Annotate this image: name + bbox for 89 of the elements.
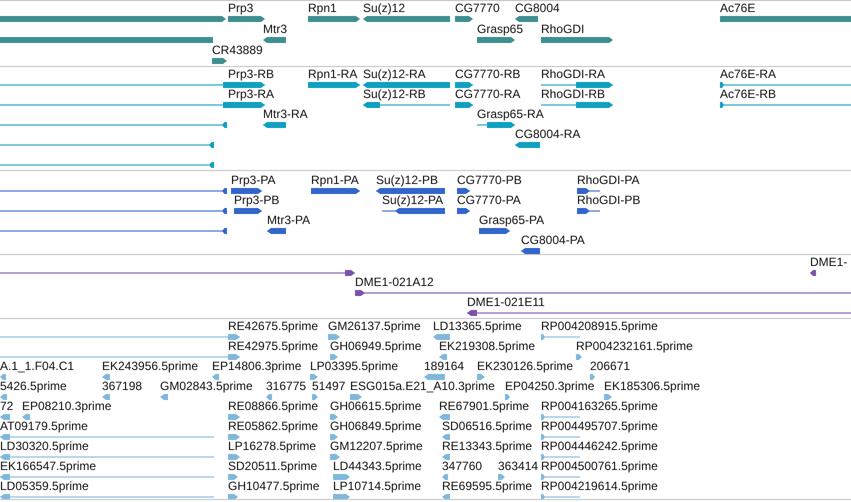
feature-label: CG7770-RA — [455, 88, 520, 101]
feature-label: Su(z)12-PB — [376, 174, 438, 187]
feature-label: Grasp65-PA — [479, 214, 544, 227]
feature-label: Prp3 — [228, 2, 254, 15]
feature-label: RE42675.5prime — [228, 320, 318, 333]
feature-label: EK230126.5prime — [477, 360, 574, 373]
feature-label: 347760 — [442, 460, 482, 473]
feature-label: RP004446242.5prime — [541, 440, 658, 453]
feature-label: GM12207.5prime — [330, 440, 423, 453]
feature-label: RP004232161.5prime — [576, 340, 693, 353]
feature-label: 72 — [0, 400, 14, 413]
feature-label: Rpn1 — [308, 2, 337, 15]
feature-label: GH06949.5prime — [330, 340, 422, 353]
feature-label: RP004163265.5prime — [541, 400, 658, 413]
feature-label: Ac76E-RA — [720, 68, 776, 81]
feature-label: SD20511.5prime — [228, 460, 318, 473]
feature-label: 5426.5prime — [0, 380, 67, 393]
feature-label: 363414 — [498, 460, 538, 473]
feature-label: GH06849.5prime — [330, 420, 422, 433]
feature-label: 189164 — [424, 360, 464, 373]
feature-label: RhoGDI-PA — [577, 174, 640, 187]
feature-label: EK219308.5prime — [439, 340, 536, 353]
feature-label: Ac76E — [720, 2, 756, 15]
feature-label: EP04250.3prime — [505, 380, 594, 393]
feature-label: RE13343.5prime — [442, 440, 532, 453]
feature-label: RhoGDI — [541, 23, 584, 36]
feature-label: Mtr3-RA — [263, 108, 308, 121]
feature-label: RP004500761.5prime — [541, 460, 658, 473]
feature-label: CG8004 — [515, 2, 560, 15]
feature-label: RhoGDI-RB — [541, 88, 606, 101]
feature-label: Su(z)12-RB — [363, 88, 426, 101]
feature-label: EK243956.5prime — [102, 360, 198, 373]
feature-label: LP10714.5prime — [333, 480, 422, 493]
feature-label: EK185306.5prime — [604, 380, 700, 393]
feature-label: CR43889 — [212, 44, 263, 57]
feature-label: RE08866.5prime — [228, 400, 318, 413]
feature-label: GM26137.5prime — [328, 320, 421, 333]
feature-label: RP004219614.5prime — [541, 480, 658, 493]
feature-label: AT09179.5prime — [0, 420, 88, 433]
feature-label: Prp3-RB — [228, 68, 274, 81]
feature-label: Prp3-PA — [231, 174, 276, 187]
feature-label: Su(z)12-PA — [382, 194, 444, 207]
feature-label: SD06516.5prime — [442, 420, 532, 433]
feature-label: CG7770-PB — [457, 174, 522, 187]
feature-label: GH10477.5prime — [228, 480, 320, 493]
feature-label: RE67901.5prime — [439, 400, 530, 413]
feature-label: RhoGDI-RA — [541, 68, 606, 81]
feature-label: RhoGDI-PB — [577, 194, 640, 207]
feature-label: A.1_1.F04.C1 — [0, 360, 74, 373]
feature-label: EP08210.3prime — [22, 400, 112, 413]
feature-label: GM02843.5prime — [160, 380, 253, 393]
feature-label: DME1-021E11 — [467, 296, 545, 309]
feature-label: CG7770-RB — [455, 68, 520, 81]
feature-label: Mtr3 — [263, 23, 287, 36]
feature-label: LD13365.5prime — [433, 320, 522, 333]
feature-label: Ac76E-RB — [720, 88, 776, 101]
feature-label: EP14806.3prime — [212, 360, 302, 373]
feature-label: LD05359.5prime — [0, 480, 89, 493]
feature-label: RE42975.5prime — [228, 340, 318, 353]
feature-label: DME1- — [810, 256, 848, 269]
feature-label: ESG015a.E21_A10.3prime — [350, 380, 495, 393]
feature-label: CG8004-RA — [515, 128, 580, 141]
feature-label: 367198 — [102, 380, 142, 393]
feature-label: Su(z)12-RA — [363, 68, 426, 81]
feature-label: Su(z)12 — [363, 2, 406, 15]
feature-label: LP03395.5prime — [310, 360, 398, 373]
feature-label: CG8004-PA — [521, 234, 585, 247]
feature-label: Prp3-RA — [228, 88, 274, 101]
feature-label: RE05862.5prime — [228, 420, 318, 433]
feature-label: DME1-021A12 — [355, 276, 434, 289]
feature-label: RE69595.5prime — [442, 480, 532, 493]
feature-label: CG7770-PA — [457, 194, 521, 207]
feature-label: 316775 — [266, 380, 306, 393]
feature-label: 51497 — [312, 380, 346, 393]
feature-label: Mtr3-PA — [267, 214, 310, 227]
feature-label: RP004208915.5prime — [541, 320, 658, 333]
feature-label: Prp3-PB — [234, 194, 280, 207]
feature-label: LD30320.5prime — [0, 440, 89, 453]
feature-label: EK166547.5prime — [0, 460, 96, 473]
feature-label: Rpn1-PA — [311, 174, 359, 187]
feature-label: LP16278.5prime — [228, 440, 316, 453]
feature-label: Grasp65 — [477, 23, 524, 36]
feature-label: Rpn1-RA — [308, 68, 358, 81]
feature-label: Grasp65-RA — [477, 108, 544, 121]
feature-label: 206671 — [590, 360, 630, 373]
feature-label: LD44343.5prime — [333, 460, 422, 473]
feature-label: CG7770 — [455, 2, 500, 15]
feature-label: GH06615.5prime — [330, 400, 422, 413]
feature-label: RP004495707.5prime — [541, 420, 658, 433]
